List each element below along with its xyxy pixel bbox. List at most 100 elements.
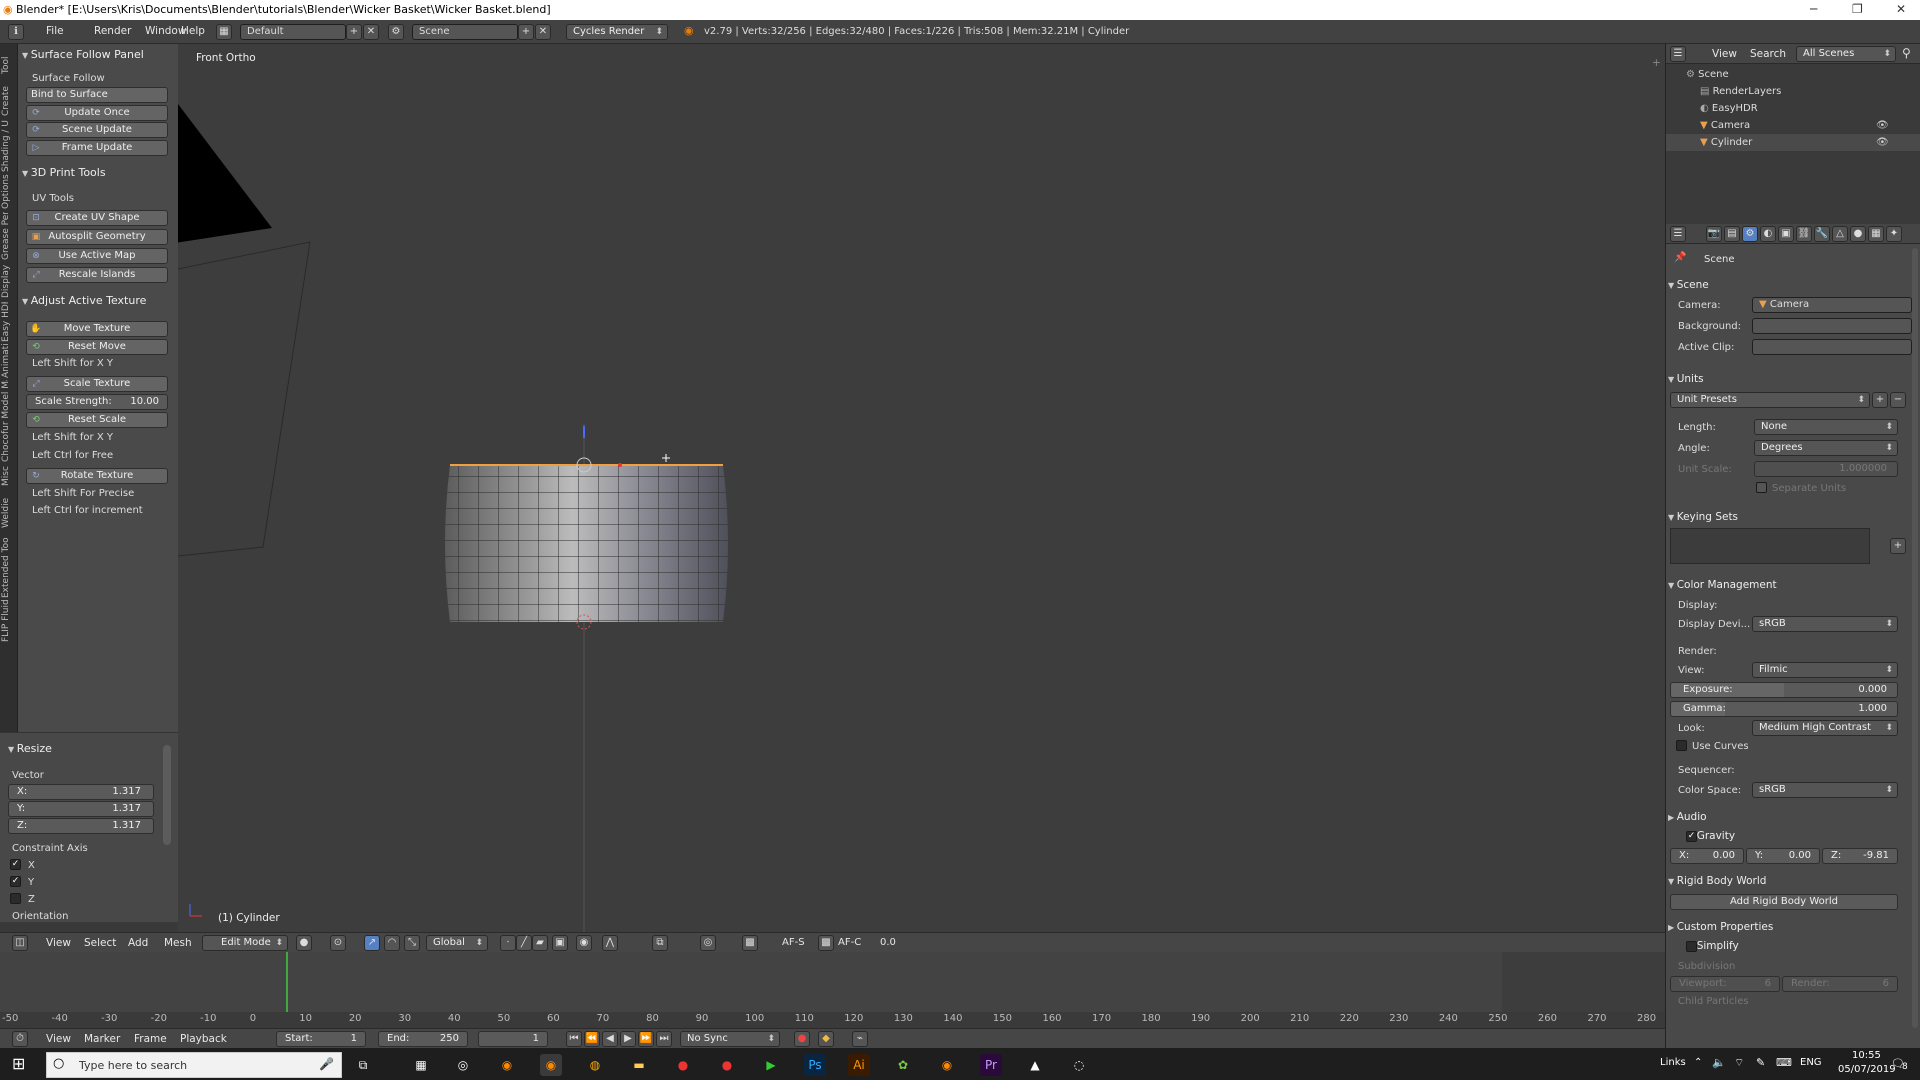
tab-weldie[interactable]: Weldie (1, 490, 17, 536)
render-preview-icon[interactable]: ◎ (700, 935, 716, 951)
links-toolbar[interactable]: Links (1660, 1057, 1686, 1068)
data-tab-icon[interactable]: △ (1832, 226, 1848, 242)
custom-properties-section[interactable]: Custom Properties (1668, 918, 1916, 936)
close-button[interactable]: ✕ (1896, 2, 1906, 16)
gravity-checkbox[interactable]: ✓ (1686, 831, 1697, 842)
create-uv-shape-button[interactable]: ⊡ Create UV Shape (26, 210, 168, 226)
app-icon-1[interactable]: ◎ (452, 1054, 474, 1076)
blender-active-icon[interactable]: ◉ (540, 1054, 562, 1076)
constraint-y-checkbox[interactable]: ✓ (10, 876, 21, 887)
vector-x-field[interactable]: X: 1.317 (8, 784, 154, 800)
move-texture-button[interactable]: ✋ Move Texture (26, 321, 168, 337)
keying-sets-list[interactable] (1670, 528, 1870, 564)
add-scene-icon[interactable]: + (518, 24, 534, 40)
scene-update-button[interactable]: ⟳ Scene Update (26, 122, 168, 138)
rotate-manip-icon[interactable]: ◠ (384, 935, 400, 951)
keying-set-icon[interactable]: ◆ (818, 1031, 834, 1047)
app-icon-5[interactable]: ◌ (1068, 1054, 1090, 1076)
display-mode-dropdown[interactable]: All Scenes (1796, 46, 1896, 62)
illustrator-icon[interactable]: Ai (848, 1054, 870, 1076)
edge-select-icon[interactable]: ╱ (516, 935, 532, 951)
task-view-icon[interactable]: ⧉ (352, 1054, 374, 1076)
outliner-row-camera[interactable]: ▼ Camera 👁 (1666, 117, 1920, 134)
surface-follow-header[interactable]: Surface Follow Panel (22, 48, 144, 61)
network-icon[interactable]: ⌔ (1734, 1056, 1744, 1070)
bind-to-surface-button[interactable]: Bind to Surface (26, 87, 168, 103)
viewport-subdiv-field[interactable]: Viewport: 6 (1670, 976, 1780, 992)
photos-icon[interactable]: ▲ (1024, 1054, 1046, 1076)
calculator-icon[interactable]: ▦ (410, 1054, 432, 1076)
reset-scale-button[interactable]: ⟲ Reset Scale (26, 412, 168, 428)
end-frame-field[interactable]: End: 250 (378, 1031, 468, 1047)
jump-end-icon[interactable]: ⏭ (656, 1031, 672, 1047)
length-dropdown[interactable]: None (1754, 419, 1898, 435)
timeline[interactable]: -50 -40 -30 -20 -10 0 10 20 30 40 50 60 70 80 90 100 110… (0, 952, 1665, 1028)
layout-selector[interactable]: Default (240, 24, 346, 40)
print-tools-header[interactable]: 3D Print Tools (22, 166, 106, 179)
add-keying-set-icon[interactable]: + (1890, 538, 1906, 554)
blender-taskbar-icon[interactable]: ◉ (496, 1054, 518, 1076)
chrome-icon[interactable]: ◍ (584, 1054, 606, 1076)
file-explorer-icon[interactable]: ▬ (628, 1054, 650, 1076)
view-transform-dropdown[interactable]: Filmic (1752, 662, 1898, 678)
play-reverse-icon[interactable]: ◀ (602, 1031, 618, 1047)
camera-icon[interactable]: ▩ (742, 935, 758, 951)
start-frame-field[interactable]: Start: 1 (276, 1031, 366, 1047)
gravity-section[interactable]: Gravity (1668, 827, 1916, 845)
keyframe-icon[interactable]: ⌁ (852, 1031, 868, 1047)
occlude-icon[interactable]: ▣ (552, 935, 568, 951)
camera-field[interactable]: ▼ Camera (1752, 297, 1912, 313)
menu-render[interactable]: Render (94, 25, 131, 37)
resize-header[interactable]: Resize (8, 742, 52, 755)
use-active-map-button[interactable]: ⊗ Use Active Map (26, 248, 168, 264)
current-frame-field[interactable]: 1 (478, 1031, 548, 1047)
object-tab-icon[interactable]: ▣ (1778, 226, 1794, 242)
tab-display[interactable]: Display (1, 262, 17, 300)
tab-animation[interactable]: Animation (1, 344, 17, 378)
exposure-slider[interactable]: Exposure: 0.000 (1670, 682, 1898, 698)
vector-z-field[interactable]: Z: 1.317 (8, 818, 154, 834)
reset-move-button[interactable]: ⟲ Reset Move (26, 339, 168, 355)
visibility-eye-icon[interactable]: 👁 (1876, 134, 1889, 151)
editor-type-icon[interactable]: ⏱ (12, 1031, 28, 1047)
rescale-islands-button[interactable]: ⤢ Rescale Islands (26, 267, 168, 283)
outliner-row-cylinder[interactable]: ▼ Cylinder 👁 (1666, 134, 1920, 151)
scene-section[interactable]: Scene (1668, 276, 1916, 294)
modifiers-tab-icon[interactable]: 🔧 (1814, 226, 1830, 242)
viewport-scene[interactable] (178, 44, 1665, 932)
premiere-icon[interactable]: Pr (980, 1054, 1002, 1076)
particles-tab-icon[interactable]: ✦ (1886, 226, 1902, 242)
tab-extended-tools[interactable]: Extended Tools (1, 538, 17, 598)
display-device-dropdown[interactable]: sRGB (1752, 616, 1898, 632)
orientation-dropdown[interactable]: Global (426, 935, 488, 951)
tray-chevron-icon[interactable]: ⌃ (1694, 1057, 1702, 1068)
proportional-icon[interactable]: ◉ (576, 935, 592, 951)
outliner-row-scene[interactable]: ⚙ Scene (1666, 66, 1920, 83)
record-icon[interactable]: ● (794, 1031, 810, 1047)
use-curves-checkbox[interactable] (1676, 740, 1687, 751)
unit-presets-dropdown[interactable]: Unit Presets (1670, 392, 1870, 408)
adjust-texture-header[interactable]: Adjust Active Texture (22, 294, 147, 307)
simplify-checkbox[interactable] (1686, 941, 1697, 952)
menu-view[interactable]: View (46, 937, 71, 949)
menu-select[interactable]: Select (84, 937, 116, 949)
next-key-icon[interactable]: ⏩ (638, 1031, 654, 1047)
render-tab-icon[interactable]: 📷 (1706, 226, 1722, 242)
scene-selector[interactable]: Scene (412, 24, 518, 40)
search-box[interactable]: ○ Type here to search 🎤 (46, 1052, 342, 1078)
gravity-y-field[interactable]: Y: 0.00 (1746, 848, 1820, 864)
scale-strength-field[interactable]: Scale Strength: 10.00 (26, 394, 168, 410)
autosplit-geometry-button[interactable]: ▣ Autosplit Geometry (26, 229, 168, 245)
color-space-dropdown[interactable]: sRGB (1752, 782, 1898, 798)
tab-grease-pencil[interactable]: Grease Pencil (1, 212, 17, 260)
tab-shading-uv[interactable]: Shading / UV (1, 120, 17, 172)
photoshop-icon[interactable]: Ps (804, 1054, 826, 1076)
gamma-slider[interactable]: Gamma: 1.000 (1670, 701, 1898, 717)
constraint-z-checkbox[interactable] (10, 893, 21, 904)
rotate-texture-button[interactable]: ↻ Rotate Texture (26, 468, 168, 484)
app-icon-3[interactable]: ● (716, 1054, 738, 1076)
render-subdiv-field[interactable]: Render: 6 (1782, 976, 1898, 992)
tab-easy-hdri[interactable]: Easy HDRI (1, 302, 17, 342)
volume-icon[interactable]: 🔈 (1712, 1056, 1726, 1069)
jump-start-icon[interactable]: ⏮ (566, 1031, 582, 1047)
